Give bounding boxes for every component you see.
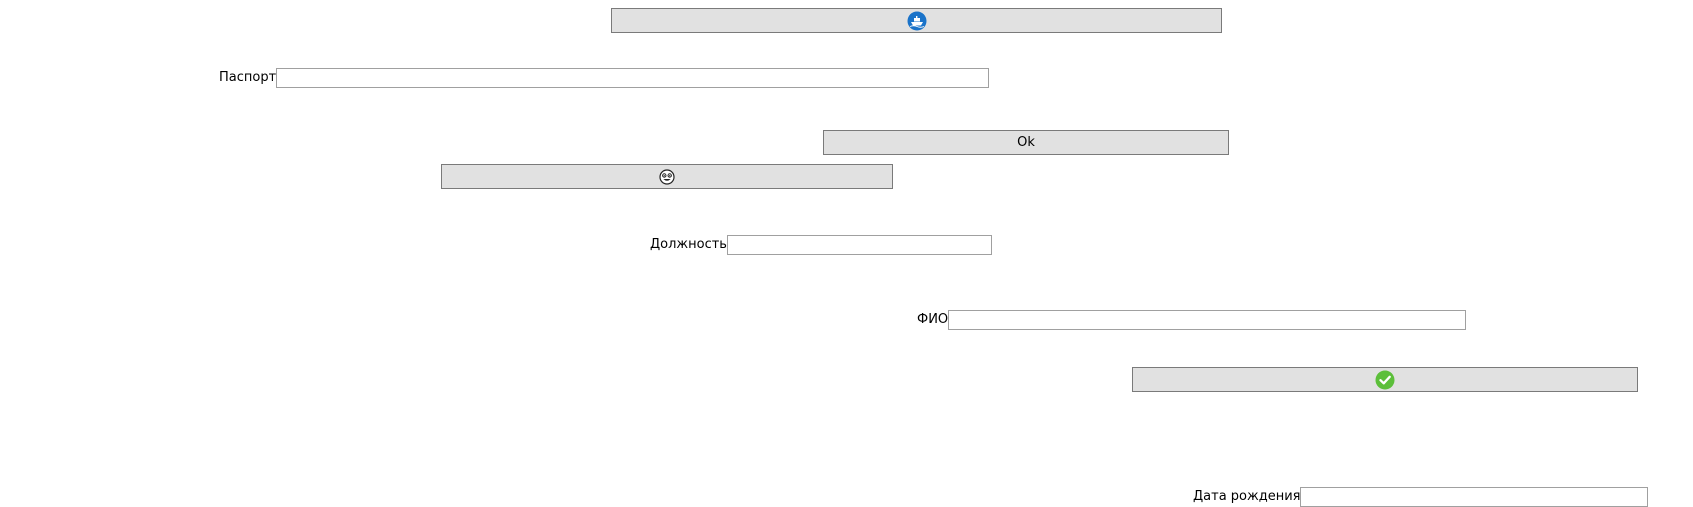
boat-button[interactable]: [611, 8, 1222, 33]
position-label: Должность: [650, 237, 727, 252]
boat-icon: [907, 11, 927, 31]
position-input[interactable]: [726, 235, 992, 255]
green-checkmark-icon: [1375, 370, 1395, 390]
full-name-label: ФИО: [917, 312, 949, 327]
ok-button[interactable]: Ok: [823, 130, 1229, 155]
position-field: Должность: [650, 235, 992, 255]
birth-date-input[interactable]: [1300, 487, 1649, 507]
passport-input[interactable]: [276, 68, 990, 88]
passport-field: Паспорт: [219, 68, 990, 88]
full-name-input[interactable]: [948, 310, 1467, 330]
face-button[interactable]: [441, 164, 893, 189]
passport-label: Паспорт: [219, 70, 277, 85]
ok-button-label: Ok: [1017, 135, 1035, 150]
birth-date-label: Дата рождения: [1193, 489, 1301, 504]
full-name-field: ФИО: [917, 310, 1467, 330]
confirm-button[interactable]: [1132, 367, 1638, 392]
birth-date-field: Дата рождения: [1193, 487, 1649, 507]
face-emoji-icon: [657, 167, 677, 187]
